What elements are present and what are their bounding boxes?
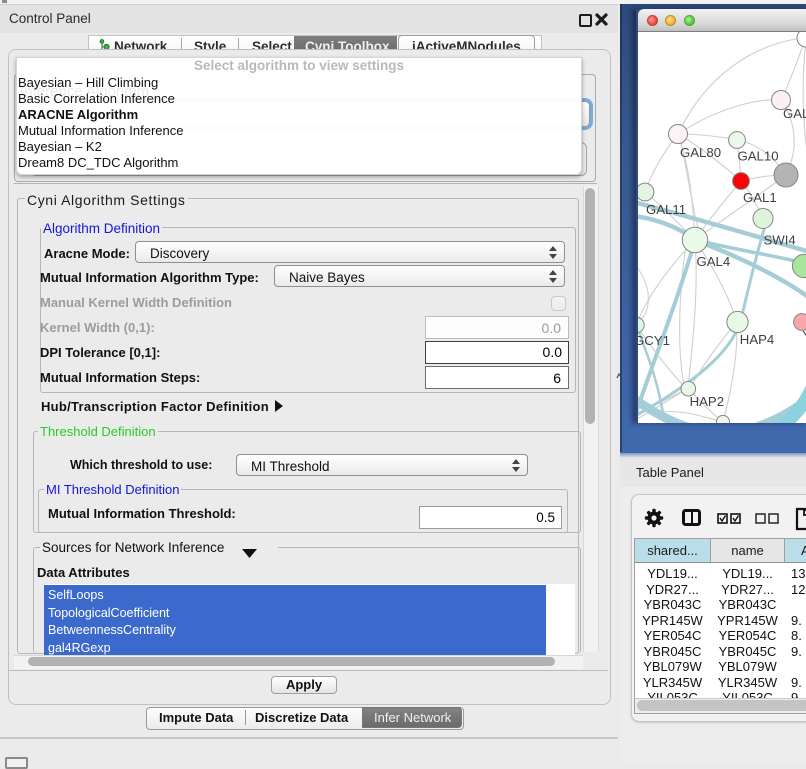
svg-text:SWI4: SWI4 [764,233,796,248]
svg-text:GAL80: GAL80 [680,145,721,160]
svg-text:GAL4: GAL4 [697,254,731,269]
svg-text:HAP2: HAP2 [690,394,724,409]
svg-text:GCY1: GCY1 [638,333,670,348]
svg-text:Y: Y [802,328,806,343]
svg-text:GAL10: GAL10 [738,149,779,164]
svg-text:HAP4: HAP4 [740,332,774,347]
svg-text:GAL1: GAL1 [743,190,777,205]
svg-text:GAL7: GAL7 [783,106,806,121]
svg-text:GAL11: GAL11 [646,202,686,217]
